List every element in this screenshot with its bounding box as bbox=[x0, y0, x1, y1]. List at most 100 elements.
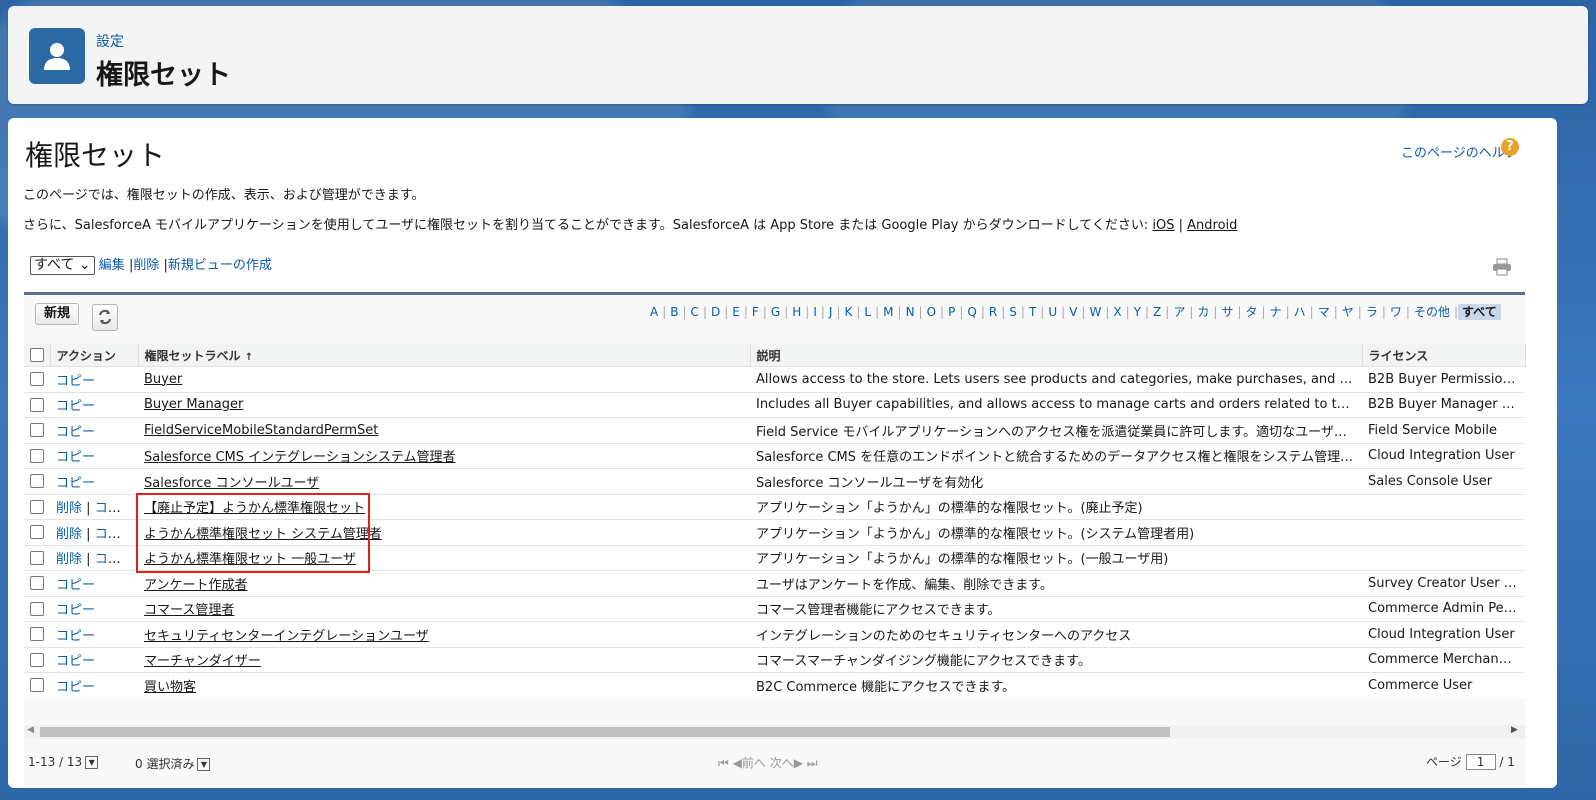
last-page-icon[interactable]: ⏭ bbox=[807, 756, 818, 770]
alpha-filter-item[interactable]: Y bbox=[1130, 305, 1145, 319]
horizontal-scrollbar[interactable]: ◀ ▶ bbox=[24, 725, 1525, 739]
copy-link[interactable]: コピー bbox=[56, 680, 95, 695]
row-checkbox[interactable] bbox=[30, 474, 44, 489]
alpha-filter-item[interactable]: A bbox=[646, 305, 662, 319]
label-column-header[interactable]: 権限セットラベル ↑ bbox=[138, 344, 751, 367]
row-checkbox[interactable] bbox=[30, 525, 44, 540]
alpha-filter-item[interactable]: X bbox=[1109, 305, 1125, 319]
prev-page-link[interactable]: 前へ bbox=[742, 756, 766, 770]
row-checkbox[interactable] bbox=[30, 448, 44, 463]
row-checkbox[interactable] bbox=[30, 678, 44, 693]
scrollbar-thumb[interactable] bbox=[40, 727, 1170, 737]
copy-link[interactable]: コピー bbox=[56, 476, 95, 491]
permission-set-link[interactable]: Buyer Manager bbox=[144, 397, 243, 412]
scroll-right-icon[interactable]: ▶ bbox=[1511, 725, 1518, 735]
copy-link[interactable]: コピー bbox=[95, 552, 134, 567]
delete-link[interactable]: 削除 bbox=[56, 527, 82, 542]
alpha-filter-item[interactable]: マ bbox=[1314, 305, 1334, 319]
permission-set-link[interactable]: 買い物客 bbox=[144, 680, 196, 695]
new-view-link[interactable]: 新規ビューの作成 bbox=[168, 258, 272, 273]
copy-link[interactable]: コピー bbox=[95, 501, 134, 516]
copy-link[interactable]: コピー bbox=[56, 399, 95, 414]
permission-set-link[interactable]: FieldServiceMobileStandardPermSet bbox=[144, 423, 378, 438]
alpha-filter-item[interactable]: ワ bbox=[1386, 305, 1406, 319]
delete-link[interactable]: 削除 bbox=[56, 552, 82, 567]
new-button[interactable]: 新規 bbox=[35, 303, 79, 325]
alpha-filter-item[interactable]: G bbox=[767, 305, 784, 319]
delete-link[interactable]: 削除 bbox=[56, 501, 82, 516]
alpha-filter-item[interactable]: J bbox=[825, 305, 837, 319]
ios-link[interactable]: iOS bbox=[1152, 218, 1174, 233]
alpha-filter-item[interactable]: R bbox=[985, 305, 1001, 319]
row-checkbox[interactable] bbox=[30, 550, 44, 565]
permission-set-link[interactable]: マーチャンダイザー bbox=[144, 654, 261, 669]
page-input[interactable]: 1 bbox=[1465, 754, 1496, 770]
range-dropdown-icon[interactable]: ▼ bbox=[85, 756, 99, 769]
row-checkbox[interactable] bbox=[30, 423, 44, 438]
alpha-filter-item[interactable]: T bbox=[1025, 305, 1040, 319]
prev-page-icon[interactable]: ◀ bbox=[733, 756, 742, 770]
copy-link[interactable]: コピー bbox=[56, 654, 95, 669]
delete-view-link[interactable]: 削除 bbox=[133, 258, 159, 273]
copy-link[interactable]: コピー bbox=[56, 578, 95, 593]
copy-link[interactable]: コピー bbox=[56, 603, 95, 618]
row-checkbox[interactable] bbox=[30, 627, 44, 642]
alpha-filter-item[interactable]: サ bbox=[1217, 305, 1237, 319]
alpha-filter-item[interactable]: V bbox=[1065, 305, 1081, 319]
alpha-filter-item[interactable]: ヤ bbox=[1338, 305, 1358, 319]
alpha-filter-item[interactable]: ア bbox=[1169, 305, 1189, 319]
alpha-filter-item[interactable]: S bbox=[1005, 305, 1021, 319]
copy-link[interactable]: コピー bbox=[56, 374, 95, 389]
alpha-filter-item[interactable]: U bbox=[1044, 305, 1061, 319]
alpha-filter-item[interactable]: D bbox=[707, 305, 724, 319]
next-page-link[interactable]: 次へ bbox=[770, 756, 794, 770]
first-page-icon[interactable]: ⏮ bbox=[718, 756, 729, 770]
alpha-filter-item[interactable]: その他 bbox=[1410, 305, 1454, 319]
refresh-button[interactable] bbox=[92, 304, 118, 331]
alpha-filter-item[interactable]: ラ bbox=[1362, 305, 1382, 319]
print-icon[interactable] bbox=[1492, 258, 1512, 280]
alpha-filter-item[interactable]: F bbox=[748, 305, 763, 319]
alpha-filter-item[interactable]: C bbox=[687, 305, 703, 319]
help-icon[interactable]: ? bbox=[1501, 138, 1519, 156]
alpha-filter-item[interactable]: O bbox=[923, 305, 940, 319]
select-all-checkbox[interactable] bbox=[30, 348, 44, 363]
scroll-left-icon[interactable]: ◀ bbox=[27, 725, 34, 735]
alpha-filter-item[interactable]: すべて bbox=[1458, 304, 1501, 320]
alpha-filter-item[interactable]: M bbox=[879, 305, 897, 319]
alpha-filter-item[interactable]: K bbox=[841, 305, 857, 319]
view-select[interactable]: すべて ⌄ bbox=[30, 256, 95, 275]
copy-link[interactable]: コピー bbox=[56, 629, 95, 644]
row-checkbox[interactable] bbox=[30, 397, 44, 412]
alpha-filter-item[interactable]: Z bbox=[1149, 305, 1165, 319]
alpha-filter-item[interactable]: I bbox=[809, 305, 821, 319]
alpha-filter-item[interactable]: Q bbox=[963, 305, 980, 319]
next-page-icon[interactable]: ▶ bbox=[794, 756, 803, 770]
permission-set-link[interactable]: セキュリティセンターインテグレーションユーザ bbox=[144, 629, 429, 644]
copy-link[interactable]: コピー bbox=[95, 527, 134, 542]
copy-link[interactable]: コピー bbox=[56, 450, 95, 465]
row-checkbox[interactable] bbox=[30, 372, 44, 387]
alpha-filter-item[interactable]: H bbox=[788, 305, 805, 319]
row-checkbox[interactable] bbox=[30, 601, 44, 616]
breadcrumb[interactable]: 設定 bbox=[96, 31, 124, 51]
alpha-filter-item[interactable]: L bbox=[860, 305, 875, 319]
selection-dropdown-icon[interactable]: ▼ bbox=[197, 758, 211, 771]
row-checkbox[interactable] bbox=[30, 499, 44, 514]
edit-view-link[interactable]: 編集 bbox=[99, 258, 125, 273]
permission-set-link[interactable]: Salesforce コンソールユーザ bbox=[144, 476, 319, 491]
permission-set-link[interactable]: Buyer bbox=[144, 372, 182, 387]
copy-link[interactable]: コピー bbox=[56, 425, 95, 440]
row-checkbox[interactable] bbox=[30, 576, 44, 591]
alpha-filter-item[interactable]: ナ bbox=[1266, 305, 1286, 319]
alpha-filter-item[interactable]: ハ bbox=[1290, 305, 1310, 319]
permission-set-link[interactable]: コマース管理者 bbox=[144, 603, 234, 618]
alpha-filter-item[interactable]: N bbox=[902, 305, 919, 319]
permission-set-link[interactable]: Salesforce CMS インテグレーションシステム管理者 bbox=[144, 450, 456, 465]
alpha-filter-item[interactable]: E bbox=[728, 305, 744, 319]
alpha-filter-item[interactable]: カ bbox=[1193, 305, 1213, 319]
permission-set-link[interactable]: アンケート作成者 bbox=[144, 578, 247, 593]
alpha-filter-item[interactable]: B bbox=[666, 305, 682, 319]
alpha-filter-item[interactable]: W bbox=[1085, 305, 1105, 319]
row-checkbox[interactable] bbox=[30, 652, 44, 667]
